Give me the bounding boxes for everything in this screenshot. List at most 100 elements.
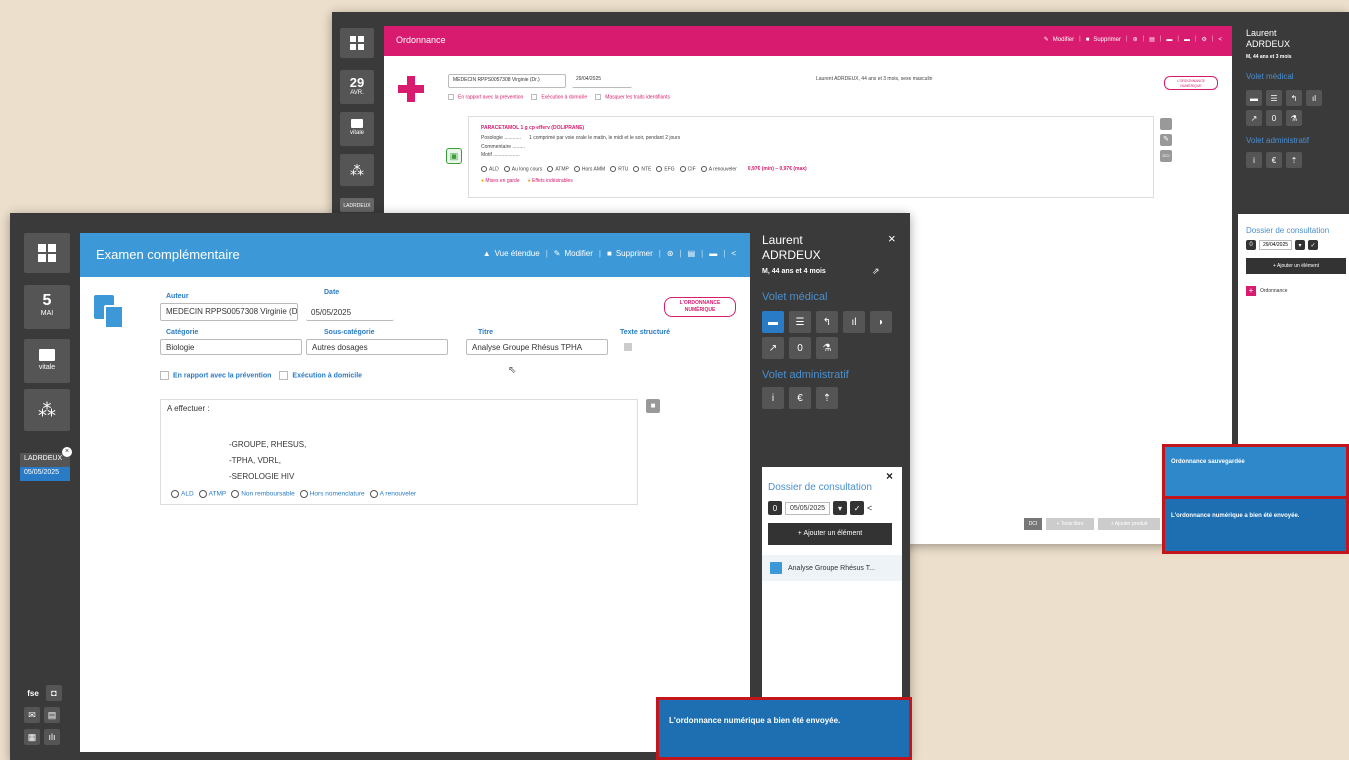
back-add-element-button[interactable]: + Ajouter un élément	[1246, 258, 1346, 274]
dossier-close-icon[interactable]: ×	[886, 469, 893, 483]
back-print-x2-button[interactable]: ▬	[1184, 36, 1190, 43]
settings-button[interactable]: ⊛	[667, 249, 674, 258]
back-vm-button-5[interactable]: ↗	[1246, 110, 1262, 126]
va-euro-button[interactable]: €	[789, 387, 811, 409]
radio-efg[interactable]: EFG	[656, 166, 675, 172]
va-info-button[interactable]: i	[762, 387, 784, 409]
vm-reply-button[interactable]: ↰	[816, 311, 838, 333]
radio-hors-nomenclature[interactable]: Hors nomenclature	[299, 490, 365, 498]
close-icon[interactable]: ×	[62, 447, 72, 457]
add-product-button[interactable]: + Ajouter produit	[1098, 518, 1160, 530]
prevention-checkbox[interactable]: En rapport avec la prévention	[160, 371, 271, 380]
back-document-button[interactable]: ▤	[1149, 36, 1155, 43]
vitale-button[interactable]: vitale	[24, 339, 70, 383]
text-delete-button[interactable]: ■	[646, 399, 660, 413]
add-element-button[interactable]: + Ajouter un élément	[768, 523, 892, 545]
share-icon[interactable]: <	[867, 503, 872, 513]
vm-microscope-button[interactable]: ⚗	[816, 337, 838, 359]
back-prevention-checkbox[interactable]: En rapport avec la prévention	[448, 94, 523, 100]
subcategory-field[interactable]: Autres dosages	[306, 339, 448, 355]
vm-pill-button[interactable]: ◗	[870, 311, 892, 333]
back-modify-button[interactable]: ✎ Modifier	[1044, 36, 1074, 44]
dossier-item[interactable]: Analyse Groupe Rhésus T...	[762, 555, 902, 581]
patient-tab[interactable]: LADRDEUX	[340, 198, 374, 212]
back-domicile-checkbox[interactable]: Exécution à domicile	[531, 94, 587, 100]
vm-chart-button[interactable]: ıl	[843, 311, 865, 333]
date-tile[interactable]: 5 MAI	[24, 285, 70, 329]
vm-tool-button[interactable]: ↗	[762, 337, 784, 359]
side-effects-link[interactable]: ● Effets indésirables	[528, 178, 573, 184]
delete-button[interactable]: ■ Supprimer	[607, 249, 653, 258]
grid-menu-button[interactable]	[340, 28, 374, 58]
dossier-check-button[interactable]: ✓	[850, 501, 865, 515]
radio-ald[interactable]: ALD	[481, 166, 499, 172]
expand-view-button[interactable]: ▲ Vue étendue	[483, 249, 540, 258]
med-edit-button[interactable]: ✎	[1160, 134, 1172, 146]
radio-rtu[interactable]: RTU	[610, 166, 628, 172]
radio-ald[interactable]: ALD	[171, 490, 194, 498]
radio-cif[interactable]: CIF	[679, 166, 696, 172]
patients-button[interactable]: ⁂	[24, 389, 70, 431]
med-dci-button[interactable]: DCI	[1160, 150, 1172, 162]
back-attach-button[interactable]: 0	[1246, 240, 1256, 250]
back-share-button[interactable]: <	[1218, 36, 1222, 43]
date-field[interactable]: 05/05/2025	[306, 305, 394, 321]
free-text-button[interactable]: + Texte libre	[1046, 518, 1094, 530]
document-button[interactable]: ▤	[688, 249, 696, 258]
back-date-field[interactable]: 29/04/2025	[572, 74, 632, 88]
category-field[interactable]: Biologie	[160, 339, 302, 355]
structured-text-checkbox[interactable]	[624, 343, 632, 351]
back-va-euro-button[interactable]: €	[1266, 152, 1282, 168]
warnings-link[interactable]: ● Mises en garde	[481, 178, 520, 184]
dossier-attach-button[interactable]: 0	[768, 501, 782, 515]
back-va-upload-button[interactable]: ⇡	[1286, 152, 1302, 168]
radio-atmp[interactable]: ATMP	[198, 490, 226, 498]
id-card-button[interactable]: ◘	[46, 685, 62, 701]
back-vm-button-2[interactable]: ☰	[1266, 90, 1282, 106]
back-dropdown-button[interactable]: ▾	[1295, 240, 1306, 250]
radio-long-cours[interactable]: Au long cours	[503, 166, 542, 172]
radio-renew[interactable]: A renouveler	[369, 490, 416, 498]
author-field[interactable]: MEDECIN RPPS0057308 Virginie (Dr.)	[160, 303, 298, 321]
back-dossier-date[interactable]: 29/04/2025	[1259, 240, 1293, 250]
va-upload-button[interactable]: ⇡	[816, 387, 838, 409]
back-print-button[interactable]: ▬	[1166, 36, 1172, 43]
back-vm-button-3[interactable]: ↰	[1286, 90, 1302, 106]
vm-attach-button[interactable]: 0	[789, 337, 811, 359]
back-settings-button[interactable]: ⊛	[1133, 36, 1138, 43]
med-delete-button[interactable]	[1160, 118, 1172, 130]
date-tile[interactable]: 29 AVR.	[340, 70, 374, 104]
radio-nte[interactable]: NTE	[633, 166, 651, 172]
radio-renew[interactable]: A renouveler	[700, 166, 737, 172]
back-vm-button-7[interactable]: ⚗	[1286, 110, 1302, 126]
edit-patient-icon[interactable]: ⇗	[872, 266, 880, 277]
calculator-button[interactable]: ▦	[24, 729, 40, 745]
dossier-dropdown-button[interactable]: ▾	[833, 501, 848, 515]
dossier-date[interactable]: 05/05/2025	[785, 501, 831, 515]
stats-button[interactable]: ılı	[44, 729, 60, 745]
fse-button[interactable]: fse	[24, 685, 42, 701]
back-va-info-button[interactable]: i	[1246, 152, 1262, 168]
back-check-button[interactable]: ✓	[1308, 240, 1319, 250]
back-author-field[interactable]: MEDECIN RPPS0057308 Virginie (Dr.)	[448, 74, 566, 88]
domicile-checkbox[interactable]: Exécution à domicile	[279, 371, 362, 380]
mail-button[interactable]: ✉	[24, 707, 40, 723]
vm-screen-button[interactable]: ▬	[762, 311, 784, 333]
back-vm-button-1[interactable]: ▬	[1246, 90, 1262, 106]
exam-text-area[interactable]: A effectuer : -GROUPE, RHESUS, -TPHA, VD…	[160, 399, 638, 505]
back-vm-button-6[interactable]: 0	[1266, 110, 1282, 126]
vitale-button[interactable]: vitale	[340, 112, 374, 146]
patients-button[interactable]: ⁂	[340, 154, 374, 186]
dci-button[interactable]: DCI	[1024, 518, 1042, 530]
print-button[interactable]: ▬	[709, 249, 717, 258]
radio-hors-amm[interactable]: Hors AMM	[573, 166, 605, 172]
radio-atmp[interactable]: ATMP	[547, 166, 569, 172]
vm-list-button[interactable]: ☰	[789, 311, 811, 333]
grid-menu-button[interactable]	[24, 233, 70, 273]
back-delete-button[interactable]: ■ Supprimer	[1086, 36, 1121, 43]
radio-non-remboursable[interactable]: Non remboursable	[231, 490, 295, 498]
title-field[interactable]: Analyse Groupe Rhésus TPHA	[466, 339, 608, 355]
patient-tab[interactable]: LADRDEUX 05/05/2025 ×	[20, 447, 72, 483]
close-panel-icon[interactable]: ×	[888, 231, 896, 246]
back-dossier-item[interactable]: + Ordonnance	[1246, 286, 1288, 296]
